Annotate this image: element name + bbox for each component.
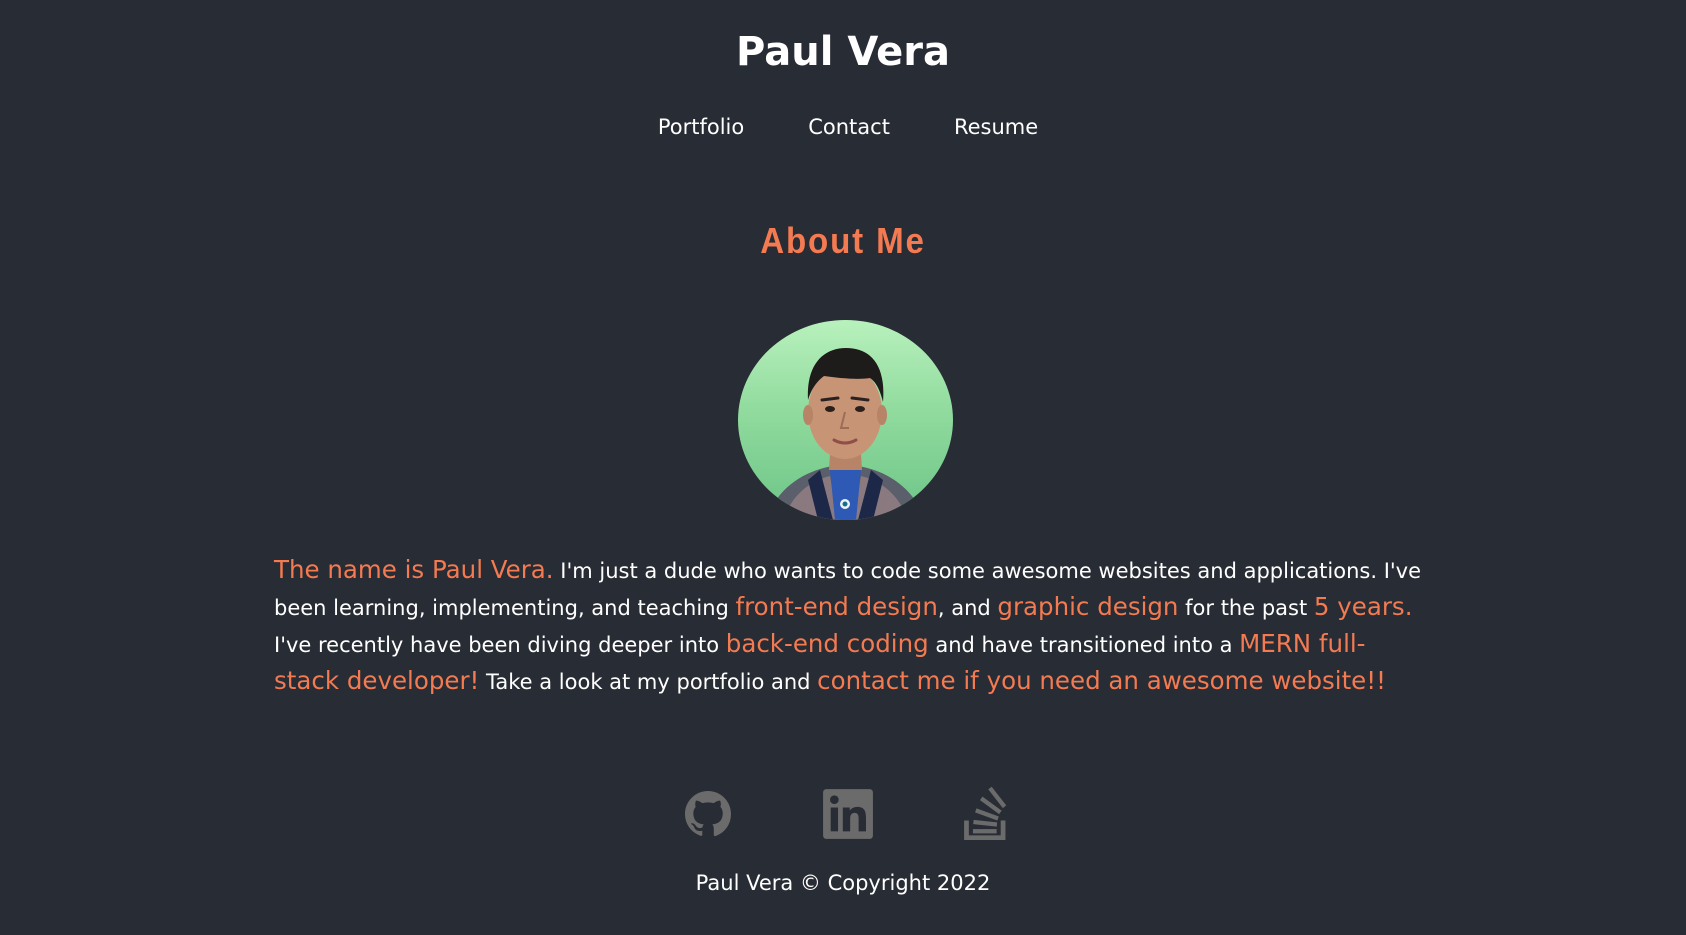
nav-link-contact[interactable]: Contact — [808, 112, 890, 142]
bio-text: I've recently have been diving deeper in… — [274, 633, 726, 657]
stackoverflow-link[interactable] — [957, 785, 1019, 843]
social-links — [0, 785, 1686, 843]
about-bio: The name is Paul Vera. I'm just a dude w… — [274, 552, 1424, 700]
bio-text: for the past — [1178, 596, 1314, 620]
bio-text: Take a look at my portfolio and — [479, 670, 818, 694]
linkedin-icon — [823, 789, 873, 839]
site-title: Paul Vera — [736, 29, 950, 75]
copyright-text: Paul Vera © Copyright 2022 — [695, 871, 991, 895]
stackoverflow-icon — [964, 786, 1007, 841]
bio-text: , and — [937, 596, 998, 620]
bio-highlight: 5 years. — [1313, 592, 1413, 621]
github-link[interactable] — [677, 785, 739, 843]
bio-highlight: The name is Paul Vera. — [274, 555, 554, 584]
bio-highlight: graphic design — [997, 592, 1179, 621]
about-heading: About Me — [760, 220, 926, 261]
nav-link-portfolio[interactable]: Portfolio — [658, 112, 744, 142]
bio-highlight: back-end coding — [725, 629, 929, 658]
bio-highlight: front-end design — [735, 592, 938, 621]
nav-link-resume[interactable]: Resume — [954, 112, 1038, 142]
github-icon — [685, 791, 732, 837]
bio-highlight: contact me if you need an awesome websit… — [817, 666, 1386, 695]
linkedin-link[interactable] — [817, 785, 879, 843]
main-nav: Portfolio Contact Resume — [0, 112, 1686, 142]
profile-photo — [738, 320, 953, 520]
bio-text: and have transitioned into a — [928, 633, 1240, 657]
